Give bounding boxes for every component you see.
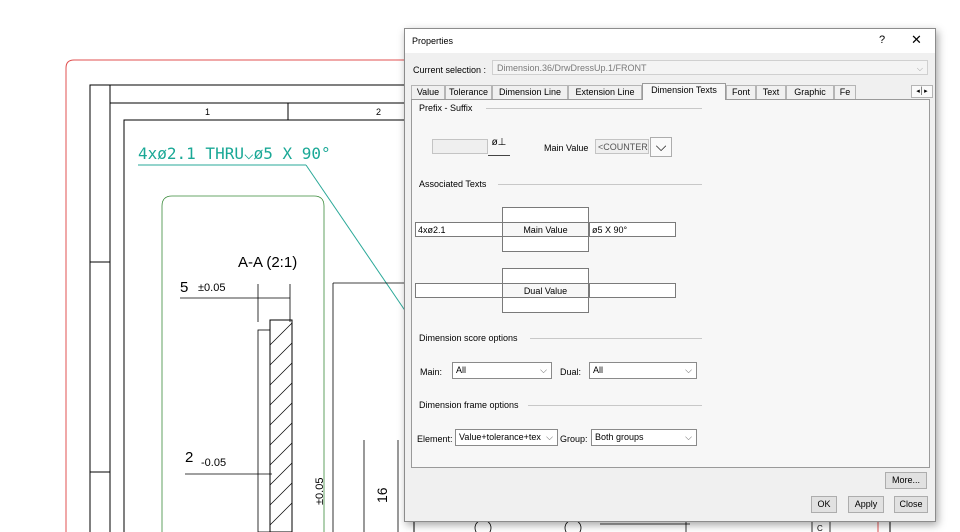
current-selection-value: Dimension.36/DrwDressUp.1/FRONT <box>497 63 647 73</box>
tab-dimension-line[interactable]: Dimension Line <box>492 85 568 99</box>
section-title: A-A (2:1) <box>238 254 297 271</box>
help-button[interactable]: ? <box>879 34 885 46</box>
main-value-label: Main Value <box>544 143 589 153</box>
grid-label-1: 1 <box>205 107 210 117</box>
frame-element-label: Element: <box>417 434 453 444</box>
chevron-down-icon: ⌵ <box>655 138 667 154</box>
frame-element-select[interactable]: Value+tolerance+tex ⌵ <box>455 429 558 446</box>
dialog-titlebar[interactable]: Properties ? ✕ <box>405 29 935 53</box>
more-button[interactable]: More... <box>885 472 927 489</box>
dim-top-tol: ±0.05 <box>198 282 225 294</box>
chevron-down-icon: ⌵ <box>685 365 692 375</box>
dim-mid-value: 2 <box>185 449 193 466</box>
close-icon[interactable]: ✕ <box>911 32 922 48</box>
main-value-dropdown-button[interactable]: ⌵ <box>650 137 672 157</box>
tab-text[interactable]: Text <box>756 85 786 99</box>
frame-group-label: Group: <box>560 434 588 444</box>
main-value-placeholder: Main Value <box>502 222 589 237</box>
dim-vert-16: 16 <box>374 487 390 503</box>
frame-inner <box>123 119 415 532</box>
properties-dialog[interactable]: Properties ? ✕ Current selection : Dimen… <box>404 28 936 522</box>
chevron-down-icon: ⌵ <box>546 432 553 442</box>
tab-value[interactable]: Value <box>411 85 445 99</box>
tab-graphic[interactable]: Graphic <box>786 85 834 99</box>
score-main-value: All <box>456 365 467 375</box>
dual-below-field[interactable] <box>502 297 589 313</box>
grid-label-2: 2 <box>376 107 381 117</box>
score-dual-label: Dual: <box>560 367 582 377</box>
current-selection-field[interactable]: Dimension.36/DrwDressUp.1/FRONT ⌵ <box>492 60 928 75</box>
callout-text[interactable]: 4xø2.1 THRU⌵ø5 X 90° <box>138 144 331 163</box>
dim-mid-tol: -0.05 <box>201 457 226 469</box>
tab-scroll-arrows[interactable]: ◂│▸ <box>911 85 933 98</box>
tab-strip: Value Tolerance Dimension Line Extension… <box>411 83 933 100</box>
frame-letter: C <box>817 524 823 532</box>
dim-top-value: 5 <box>180 279 188 296</box>
ok-button[interactable]: OK <box>811 496 837 513</box>
main-before-field[interactable]: 4xø2.1 <box>415 222 503 237</box>
tab-fe[interactable]: Fe <box>834 85 856 99</box>
chevron-down-icon: ⌵ <box>685 432 692 442</box>
score-main-select[interactable]: All ⌵ <box>452 362 552 379</box>
frame-options-group-label: Dimension frame options <box>419 400 519 410</box>
dual-value-placeholder: Dual Value <box>502 283 589 298</box>
tab-font[interactable]: Font <box>726 85 756 99</box>
sheet-border-red <box>65 59 430 532</box>
frame-element-value: Value+tolerance+tex <box>459 432 541 442</box>
associated-texts-group-label: Associated Texts <box>419 179 487 189</box>
main-after-field[interactable]: ø5 X 90° <box>589 222 676 237</box>
score-main-label: Main: <box>420 367 443 377</box>
current-selection-label: Current selection : <box>413 65 487 75</box>
chevron-down-icon: ⌵ <box>540 365 547 375</box>
main-below-field[interactable] <box>502 236 589 252</box>
tab-dimension-texts[interactable]: Dimension Texts <box>642 83 726 100</box>
apply-button[interactable]: Apply <box>848 496 884 513</box>
close-button[interactable]: Close <box>894 496 928 513</box>
tab-extension-line[interactable]: Extension Line <box>568 85 642 99</box>
insert-symbol-button[interactable]: ø⊥ <box>488 137 510 156</box>
chevron-down-icon: ⌵ <box>916 64 923 73</box>
prefix-text-field[interactable] <box>432 139 488 154</box>
callout-leader <box>305 164 407 313</box>
main-value-symbol-field[interactable]: <COUNTER: <box>595 139 649 154</box>
dialog-title: Properties <box>412 36 454 46</box>
frame-group-value: Both groups <box>595 432 644 442</box>
section-view-frame <box>161 195 325 532</box>
prefix-suffix-group-label: Prefix - Suffix <box>419 103 473 113</box>
frame-group-select[interactable]: Both groups ⌵ <box>591 429 697 446</box>
main-above-field[interactable] <box>502 207 589 223</box>
dual-before-field[interactable] <box>415 283 503 298</box>
score-dual-select[interactable]: All ⌵ <box>589 362 697 379</box>
dim-vert-tol: ±0.05 <box>314 478 326 505</box>
dual-above-field[interactable] <box>502 268 589 284</box>
dual-after-field[interactable] <box>589 283 676 298</box>
dimension-texts-panel: Prefix - Suffix ø⊥ Main Value <COUNTER: … <box>411 99 930 468</box>
score-options-group-label: Dimension score options <box>419 333 518 343</box>
score-dual-value: All <box>593 365 604 375</box>
tab-tolerance[interactable]: Tolerance <box>445 85 492 99</box>
